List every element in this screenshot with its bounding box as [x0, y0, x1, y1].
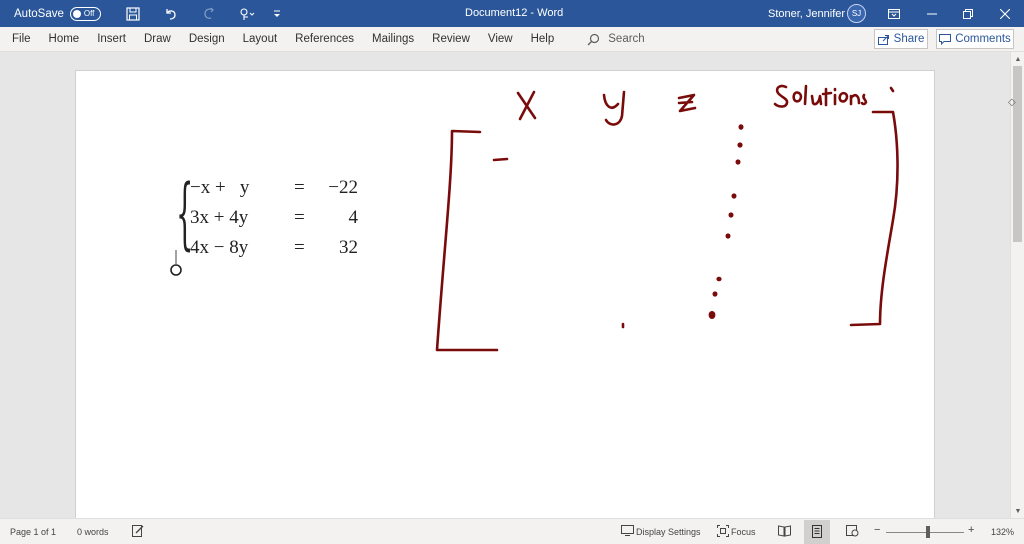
ink-label-y: [602, 90, 626, 126]
word-count[interactable]: 0 words: [77, 527, 109, 537]
pane-marker-icon: ◇: [1008, 97, 1016, 108]
ink-label-z: [677, 93, 697, 113]
ink-label-x: [516, 90, 537, 121]
print-layout-button[interactable]: [804, 520, 830, 544]
ink-dotted-divider: [708, 124, 744, 319]
display-settings-button[interactable]: Display Settings: [636, 527, 701, 537]
zoom-out-button[interactable]: −: [874, 524, 880, 536]
focus-button[interactable]: Focus: [731, 527, 756, 537]
zoom-in-button[interactable]: +: [968, 524, 974, 536]
print-layout-icon: [812, 525, 822, 538]
ink-left-bracket: [435, 129, 499, 352]
read-mode-icon[interactable]: [778, 525, 791, 537]
vertical-scrollbar[interactable]: ▲ ▼: [1010, 52, 1024, 518]
zoom-slider-thumb[interactable]: [926, 526, 930, 538]
zoom-slider-track[interactable]: [886, 532, 964, 533]
status-bar: Page 1 of 1 0 words Display Settings Foc…: [0, 518, 1024, 544]
ink-right-bracket: [849, 110, 899, 327]
web-layout-icon[interactable]: [846, 525, 859, 537]
scroll-down-icon[interactable]: ▼: [1013, 506, 1023, 516]
display-settings-icon: [621, 525, 634, 536]
zoom-level[interactable]: 132%: [991, 527, 1014, 537]
scrollbar-thumb[interactable]: [1013, 66, 1022, 242]
ink-annotations[interactable]: [0, 0, 1024, 544]
ink-label-solutions: [773, 84, 895, 108]
focus-icon: [717, 525, 729, 537]
page-count[interactable]: Page 1 of 1: [10, 527, 56, 537]
proofing-icon[interactable]: [132, 525, 144, 537]
scroll-up-icon[interactable]: ▲: [1013, 54, 1023, 64]
